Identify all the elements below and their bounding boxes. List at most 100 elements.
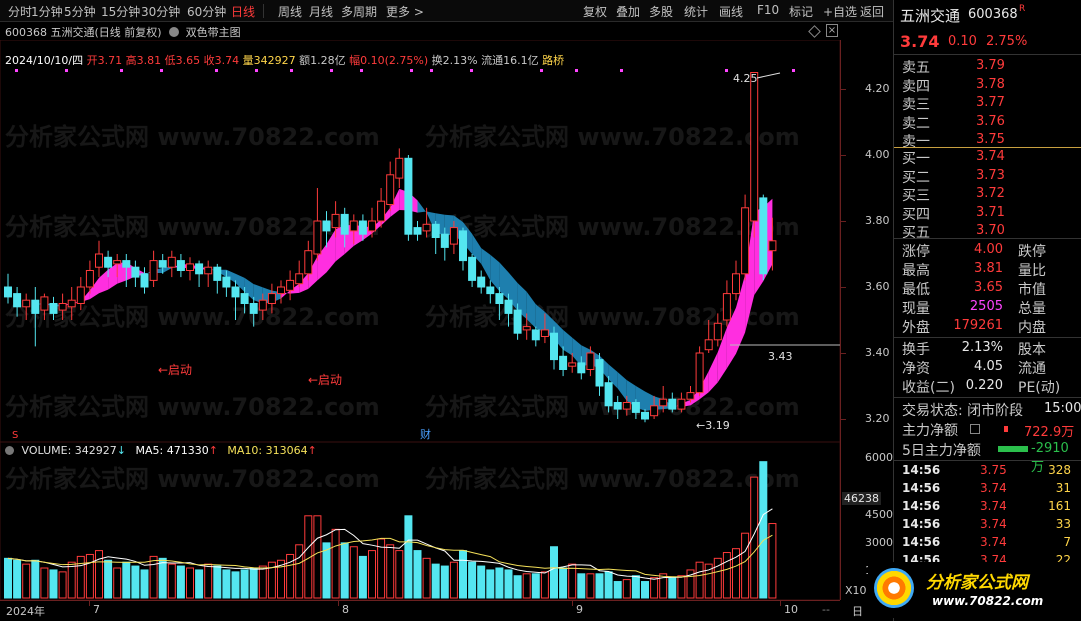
- period-tab-4[interactable]: 30分钟: [141, 3, 180, 20]
- ask-price[interactable]: 3.75: [976, 132, 1005, 147]
- volume-bar[interactable]: [149, 555, 158, 599]
- indicator-name[interactable]: 双色带主图: [186, 26, 241, 39]
- candle[interactable]: [213, 263, 222, 294]
- candle[interactable]: [313, 188, 322, 261]
- bid-price[interactable]: 3.72: [976, 186, 1005, 201]
- volume-bar[interactable]: [459, 550, 467, 599]
- volume-chart[interactable]: 分析家公式网 www.70822.com 分析家公式网 www.70822.com: [0, 442, 840, 600]
- volume-bar[interactable]: [768, 523, 777, 599]
- volume-bar[interactable]: [195, 569, 204, 599]
- candle[interactable]: [176, 254, 185, 278]
- volume-bar[interactable]: [22, 563, 31, 599]
- toolbar-button-2[interactable]: 多股: [649, 3, 673, 20]
- candle[interactable]: [195, 260, 204, 287]
- volume-bar[interactable]: [604, 571, 613, 599]
- toolbar-button-6[interactable]: 标记: [789, 3, 813, 20]
- volume-bar[interactable]: [650, 577, 659, 599]
- volume-bar[interactable]: [750, 476, 759, 599]
- volume-bar[interactable]: [113, 567, 122, 599]
- volume-bar[interactable]: [4, 557, 12, 599]
- period-tab-3[interactable]: 15分钟: [101, 3, 140, 20]
- volume-bar[interactable]: [13, 559, 22, 599]
- volume-bar[interactable]: [668, 577, 677, 599]
- volume-bar[interactable]: [577, 573, 586, 599]
- volume-bar[interactable]: [495, 567, 504, 599]
- volume-bar[interactable]: [722, 552, 731, 599]
- toolbar-button-8[interactable]: 返回: [860, 3, 884, 20]
- period-tab-5[interactable]: 60分钟: [187, 3, 226, 20]
- period-tab-2[interactable]: 5分钟: [64, 3, 96, 20]
- period-tab-6[interactable]: 日线: [231, 3, 255, 20]
- candle[interactable]: [477, 270, 486, 294]
- volume-bar[interactable]: [213, 565, 222, 599]
- volume-bar[interactable]: [158, 557, 167, 599]
- bid-price[interactable]: 3.74: [976, 149, 1005, 164]
- volume-bar[interactable]: [477, 565, 486, 599]
- list-icon[interactable]: [970, 424, 980, 434]
- volume-bar[interactable]: [76, 555, 85, 599]
- volume-bar[interactable]: [622, 579, 631, 599]
- volume-bar[interactable]: [167, 563, 176, 599]
- ask-price[interactable]: 3.77: [976, 95, 1005, 110]
- volume-bar[interactable]: [204, 563, 213, 599]
- candle[interactable]: [277, 280, 285, 304]
- toolbar-button-5[interactable]: F10: [757, 3, 779, 17]
- period-label[interactable]: 日线: [852, 603, 863, 621]
- volume-bar[interactable]: [559, 567, 568, 599]
- candle[interactable]: [204, 260, 213, 287]
- candle[interactable]: [486, 280, 495, 304]
- volume-bar[interactable]: [386, 544, 395, 599]
- toolbar-button-4[interactable]: 画线: [719, 3, 743, 20]
- period-tab-0[interactable]: 分时: [8, 3, 32, 20]
- volume-bar[interactable]: [377, 538, 386, 599]
- candle[interactable]: [459, 227, 467, 271]
- bid-price[interactable]: 3.70: [976, 223, 1005, 238]
- period-tab-9[interactable]: 多周期: [341, 3, 377, 20]
- volume-bar[interactable]: [295, 544, 304, 599]
- candle[interactable]: [167, 250, 176, 278]
- candle[interactable]: [4, 273, 12, 304]
- candle[interactable]: [131, 260, 140, 287]
- candle[interactable]: [759, 194, 768, 281]
- bid-price[interactable]: 3.71: [976, 205, 1005, 220]
- toolbar-button-0[interactable]: 复权: [583, 3, 607, 20]
- candle[interactable]: [695, 346, 704, 396]
- bid-price[interactable]: 3.73: [976, 168, 1005, 183]
- volume-bar[interactable]: [49, 569, 58, 599]
- volume-bar[interactable]: [513, 575, 522, 599]
- indicator-select-icon[interactable]: [169, 27, 180, 37]
- candle[interactable]: [750, 72, 759, 238]
- volume-bar[interactable]: [486, 569, 495, 599]
- volume-bar[interactable]: [395, 550, 404, 599]
- candle[interactable]: [149, 250, 158, 287]
- candle[interactable]: [395, 148, 404, 188]
- volume-bar[interactable]: [531, 573, 540, 599]
- scroll-dash[interactable]: --: [822, 603, 830, 616]
- volume-bar[interactable]: [313, 515, 322, 599]
- volume-bar[interactable]: [540, 571, 549, 599]
- candle[interactable]: [386, 161, 395, 212]
- chart-settings-icon[interactable]: [808, 25, 821, 38]
- period-tab-1[interactable]: 1分钟: [31, 3, 63, 20]
- volume-bar[interactable]: [404, 515, 413, 599]
- volume-bar[interactable]: [641, 581, 649, 599]
- candle[interactable]: [186, 257, 194, 281]
- candle[interactable]: [431, 221, 440, 254]
- volume-bar[interactable]: [222, 569, 231, 599]
- volume-bar[interactable]: [31, 559, 40, 599]
- volume-bar[interactable]: [759, 461, 768, 599]
- volume-bar[interactable]: [231, 571, 240, 599]
- volume-bar[interactable]: [349, 546, 358, 599]
- candle[interactable]: [732, 260, 740, 301]
- volume-bar[interactable]: [58, 571, 67, 599]
- candle[interactable]: [722, 280, 731, 327]
- volume-bar[interactable]: [413, 550, 422, 599]
- candle[interactable]: [413, 221, 422, 241]
- volume-bar[interactable]: [176, 565, 185, 599]
- volume-bar[interactable]: [131, 565, 140, 599]
- volume-bar[interactable]: [449, 561, 458, 599]
- candle[interactable]: [550, 326, 558, 370]
- candle[interactable]: [404, 155, 413, 241]
- volume-bar[interactable]: [140, 569, 149, 599]
- volume-bar[interactable]: [677, 575, 686, 599]
